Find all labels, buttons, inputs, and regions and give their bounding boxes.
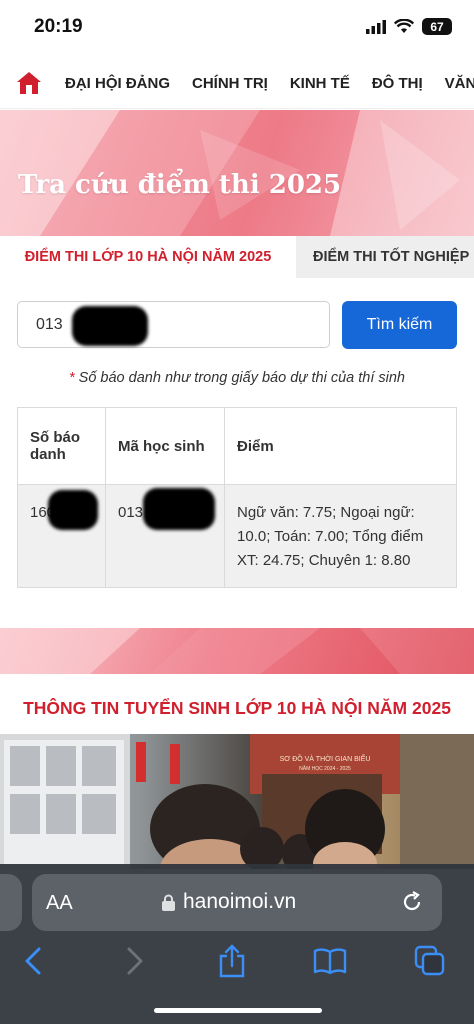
previous-tab-edge[interactable]	[0, 874, 22, 931]
tabs-icon[interactable]	[413, 944, 447, 978]
col-header-ma-hoc-sinh: Mã học sinh	[105, 407, 225, 485]
home-icon[interactable]	[16, 68, 42, 98]
nav-item-do-thi[interactable]: ĐÔ THỊ	[372, 75, 423, 92]
nav-item-kinh-te[interactable]: KINH TẾ	[290, 75, 350, 92]
col-header-so-bao-danh: Số báo danh	[17, 407, 106, 485]
address-bar[interactable]: AA hanoimoi.vn	[32, 874, 442, 931]
nav-item-dai-hoi-dang[interactable]: ĐẠI HỘI ĐẢNG	[65, 75, 170, 92]
redaction-mark	[143, 488, 215, 530]
nav-item-chinh-tri[interactable]: CHÍNH TRỊ	[192, 75, 268, 92]
reload-icon[interactable]	[400, 890, 424, 919]
hint-text: Số báo danh như trong giấy báo dự thi củ…	[74, 370, 405, 386]
battery-icon: 67	[422, 18, 452, 35]
cellular-signal-icon	[366, 19, 386, 34]
redaction-mark	[72, 306, 148, 346]
cell-diem: Ngữ văn: 7.75; Ngoại ngữ: 10.0; Toán: 7.…	[224, 484, 457, 588]
news-photo[interactable]: SƠ ĐỒ VÀ THỜI GIAN BIỂU NĂM HỌC 2024 - 2…	[0, 734, 474, 869]
page-title: Tra cứu điểm thi 2025	[18, 170, 342, 200]
wifi-icon	[394, 19, 414, 33]
search-button[interactable]: Tìm kiếm	[342, 301, 457, 349]
top-nav: ĐẠI HỘI ĐẢNG CHÍNH TRỊ KINH TẾ ĐÔ THỊ VĂ…	[0, 58, 474, 109]
back-icon[interactable]	[16, 944, 50, 978]
section-banner-pattern	[0, 628, 474, 674]
table-header-row: Số báo danh Mã học sinh Điểm	[17, 407, 457, 485]
status-time: 20:19	[34, 16, 83, 37]
redaction-mark	[48, 490, 98, 530]
home-indicator	[154, 1008, 322, 1013]
photo-illustration	[0, 734, 474, 869]
tab-diem-thi-tot-nghiep[interactable]: ĐIỂM THI TỐT NGHIỆP	[296, 236, 474, 278]
share-icon[interactable]	[215, 944, 249, 978]
status-icons: 67	[366, 18, 452, 35]
photo-sign-title: SƠ ĐỒ VÀ THỜI GIAN BIỂU	[279, 756, 371, 763]
lock-icon	[162, 894, 175, 911]
nav-item-van[interactable]: VĂN	[445, 75, 474, 92]
candidate-number-input[interactable]: 013	[17, 301, 330, 348]
section-banner	[0, 628, 474, 674]
url-text: hanoimoi.vn	[183, 890, 297, 913]
col-header-diem: Điểm	[224, 407, 457, 485]
reader-aa-button[interactable]: AA	[46, 892, 73, 915]
forward-icon[interactable]	[118, 944, 152, 978]
bookmarks-icon[interactable]	[313, 944, 347, 978]
search-input-value: 013	[36, 315, 63, 333]
url-display: hanoimoi.vn	[162, 890, 296, 914]
section-title: THÔNG TIN TUYỂN SINH LỚP 10 HÀ NỘI NĂM 2…	[23, 698, 451, 718]
tab-diem-thi-lop-10[interactable]: ĐIỂM THI LỚP 10 HÀ NỘI NĂM 2025	[0, 236, 296, 278]
photo-sign-subtitle: NĂM HỌC 2024 - 2025	[299, 766, 351, 772]
search-hint: * Số báo danh như trong giấy báo dự thi …	[0, 370, 474, 386]
